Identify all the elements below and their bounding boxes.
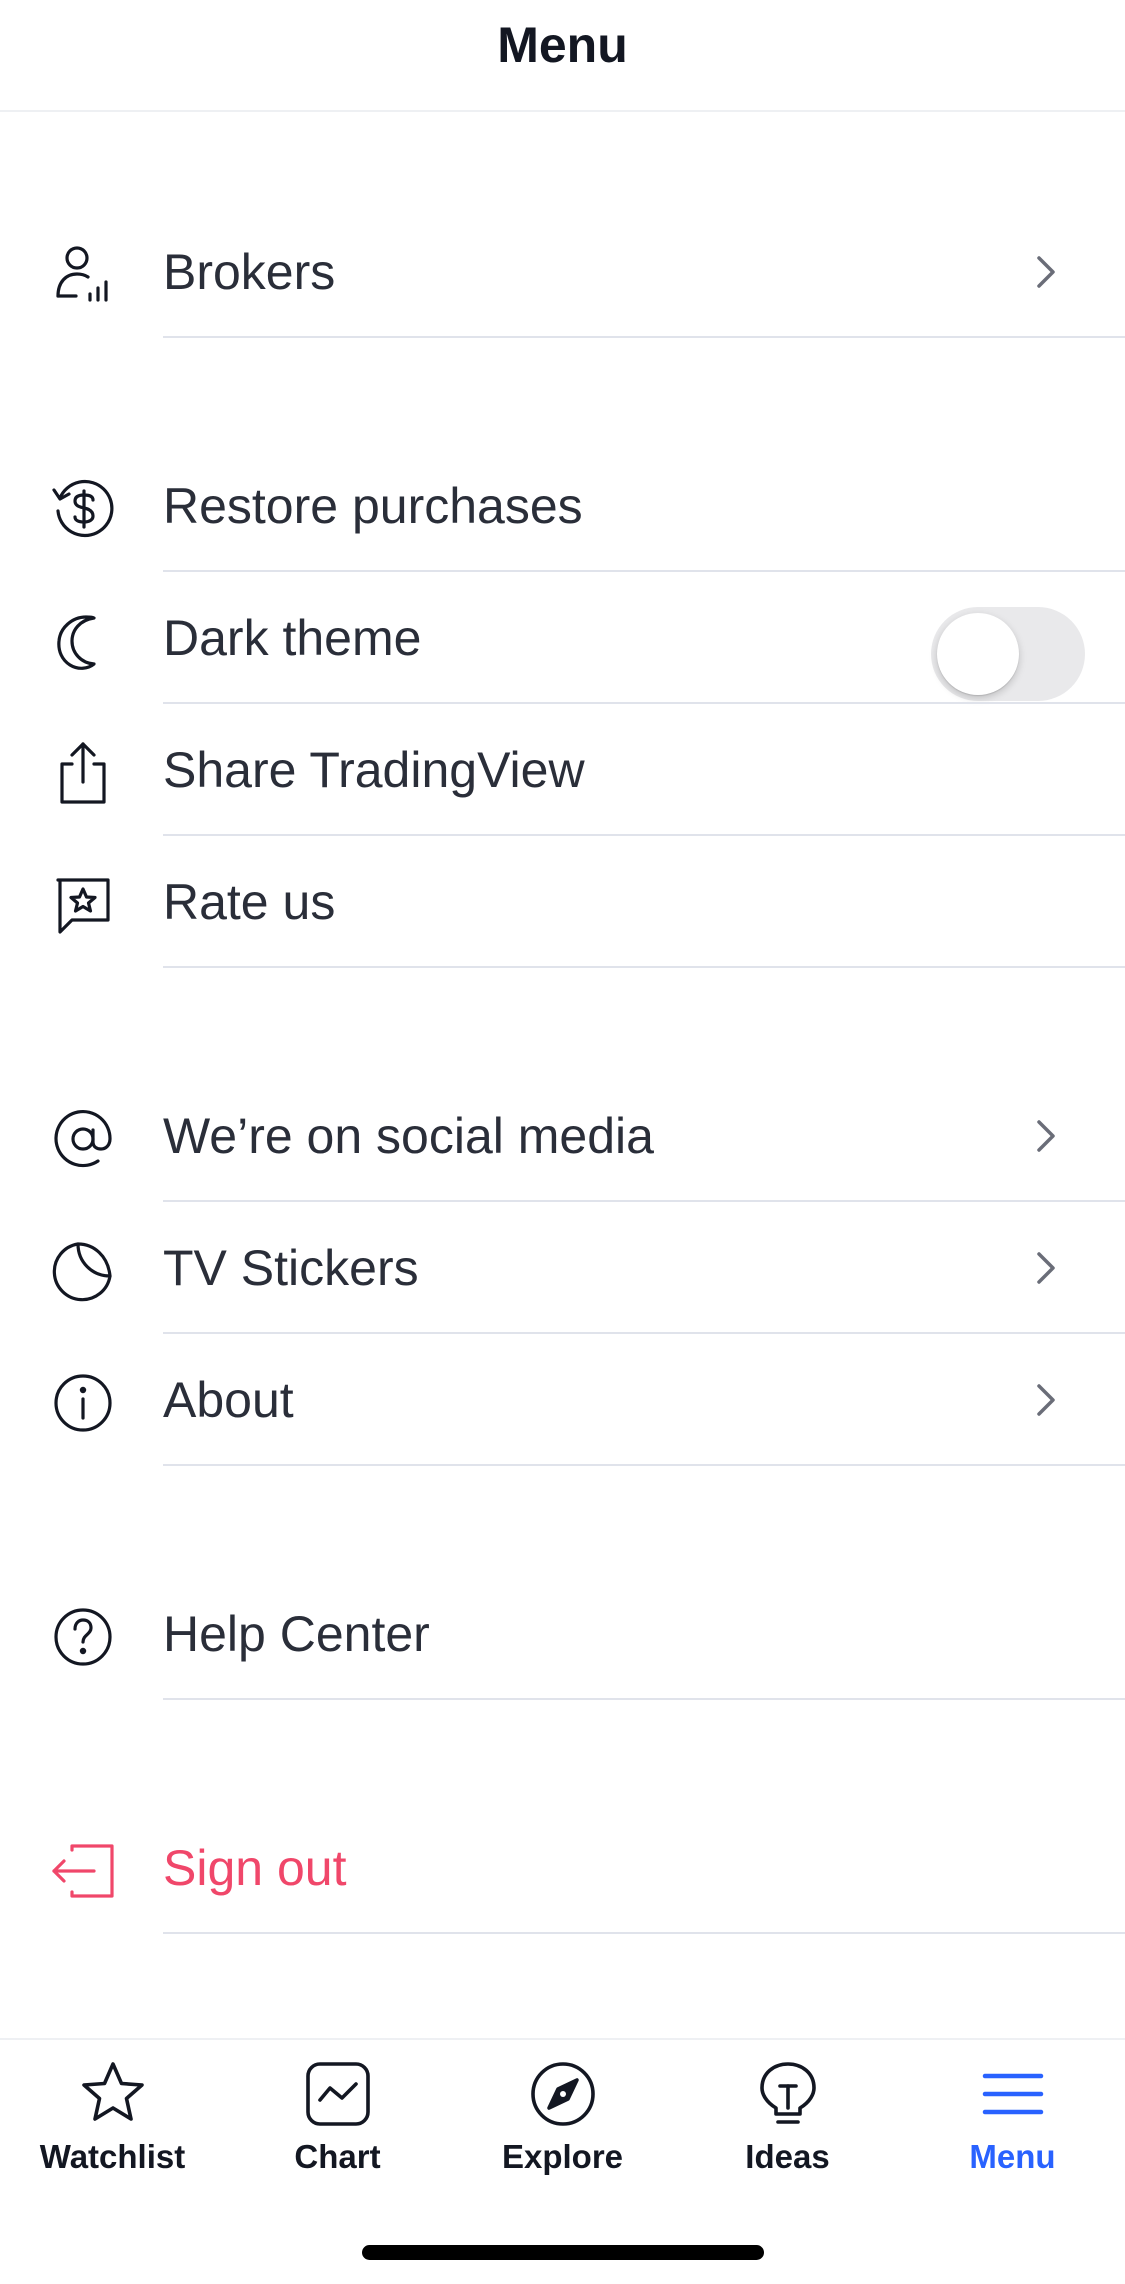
tv-stickers-label: TV Stickers — [163, 1240, 419, 1296]
help-center-label: Help Center — [163, 1606, 430, 1662]
sign-out-label: Sign out — [163, 1840, 347, 1896]
toggle-knob — [937, 613, 1019, 695]
menu-item-about[interactable]: About — [0, 1334, 1125, 1466]
social-media-label: We’re on social media — [163, 1108, 654, 1164]
divider — [163, 1464, 1125, 1466]
menu-item-rate-us[interactable]: Rate us — [0, 836, 1125, 968]
tab-label: Explore — [501, 2138, 624, 2175]
menu-item-brokers[interactable]: Brokers — [0, 206, 1125, 338]
hamburger-icon — [982, 2073, 1043, 2115]
compass-icon — [530, 2062, 595, 2126]
tab-label: Watchlist — [39, 2138, 186, 2175]
info-icon — [50, 1370, 116, 1436]
chart-icon — [305, 2062, 370, 2126]
tab-label: Chart — [294, 2138, 381, 2175]
menu-item-social-media[interactable]: We’re on social media — [0, 1070, 1125, 1202]
chevron-right-icon — [1037, 1120, 1055, 1152]
divider — [163, 1698, 1125, 1700]
chevron-right-icon — [1037, 1252, 1055, 1284]
tab-menu[interactable]: Menu — [900, 2058, 1125, 2198]
header: Menu — [0, 0, 1125, 112]
brokers-label: Brokers — [163, 244, 336, 300]
divider — [163, 966, 1125, 968]
dark-theme-label: Dark theme — [163, 610, 422, 666]
tab-watchlist[interactable]: Watchlist — [0, 2058, 225, 2198]
menu-item-sign-out[interactable]: Sign out — [0, 1802, 1125, 1934]
menu-item-share[interactable]: Share TradingView — [0, 704, 1125, 836]
menu-item-dark-theme[interactable]: Dark theme — [0, 572, 1125, 704]
rate-us-label: Rate us — [163, 874, 336, 930]
tab-label: Ideas — [745, 2138, 830, 2175]
home-indicator[interactable] — [362, 2245, 764, 2260]
dark-theme-toggle[interactable] — [931, 607, 1085, 701]
sign-out-icon — [50, 1838, 116, 1904]
tab-explore[interactable]: Explore — [450, 2058, 675, 2198]
star-message-icon — [50, 872, 116, 938]
tab-label: Menu — [969, 2138, 1056, 2175]
moon-icon — [50, 608, 116, 674]
page-title: Menu — [497, 17, 628, 73]
chevron-right-icon — [1037, 256, 1055, 288]
restore-purchases-label: Restore purchases — [163, 478, 583, 534]
lightbulb-icon — [759, 2062, 816, 2124]
star-icon — [81, 2062, 144, 2121]
sticker-icon — [50, 1238, 116, 1304]
chevron-right-icon — [1037, 1384, 1055, 1416]
menu-item-help-center[interactable]: Help Center — [0, 1568, 1125, 1700]
menu-item-tv-stickers[interactable]: TV Stickers — [0, 1202, 1125, 1334]
share-label: Share TradingView — [163, 742, 585, 798]
menu-item-restore-purchases[interactable]: Restore purchases — [0, 440, 1125, 572]
tab-ideas[interactable]: Ideas — [675, 2058, 900, 2198]
tab-chart[interactable]: Chart — [225, 2058, 450, 2198]
at-sign-icon — [50, 1106, 116, 1172]
restore-dollar-icon — [50, 476, 116, 542]
user-chart-icon — [50, 242, 116, 308]
about-label: About — [163, 1372, 294, 1428]
divider — [163, 336, 1125, 338]
share-icon — [50, 740, 116, 806]
question-icon — [50, 1604, 116, 1670]
divider — [163, 1932, 1125, 1934]
